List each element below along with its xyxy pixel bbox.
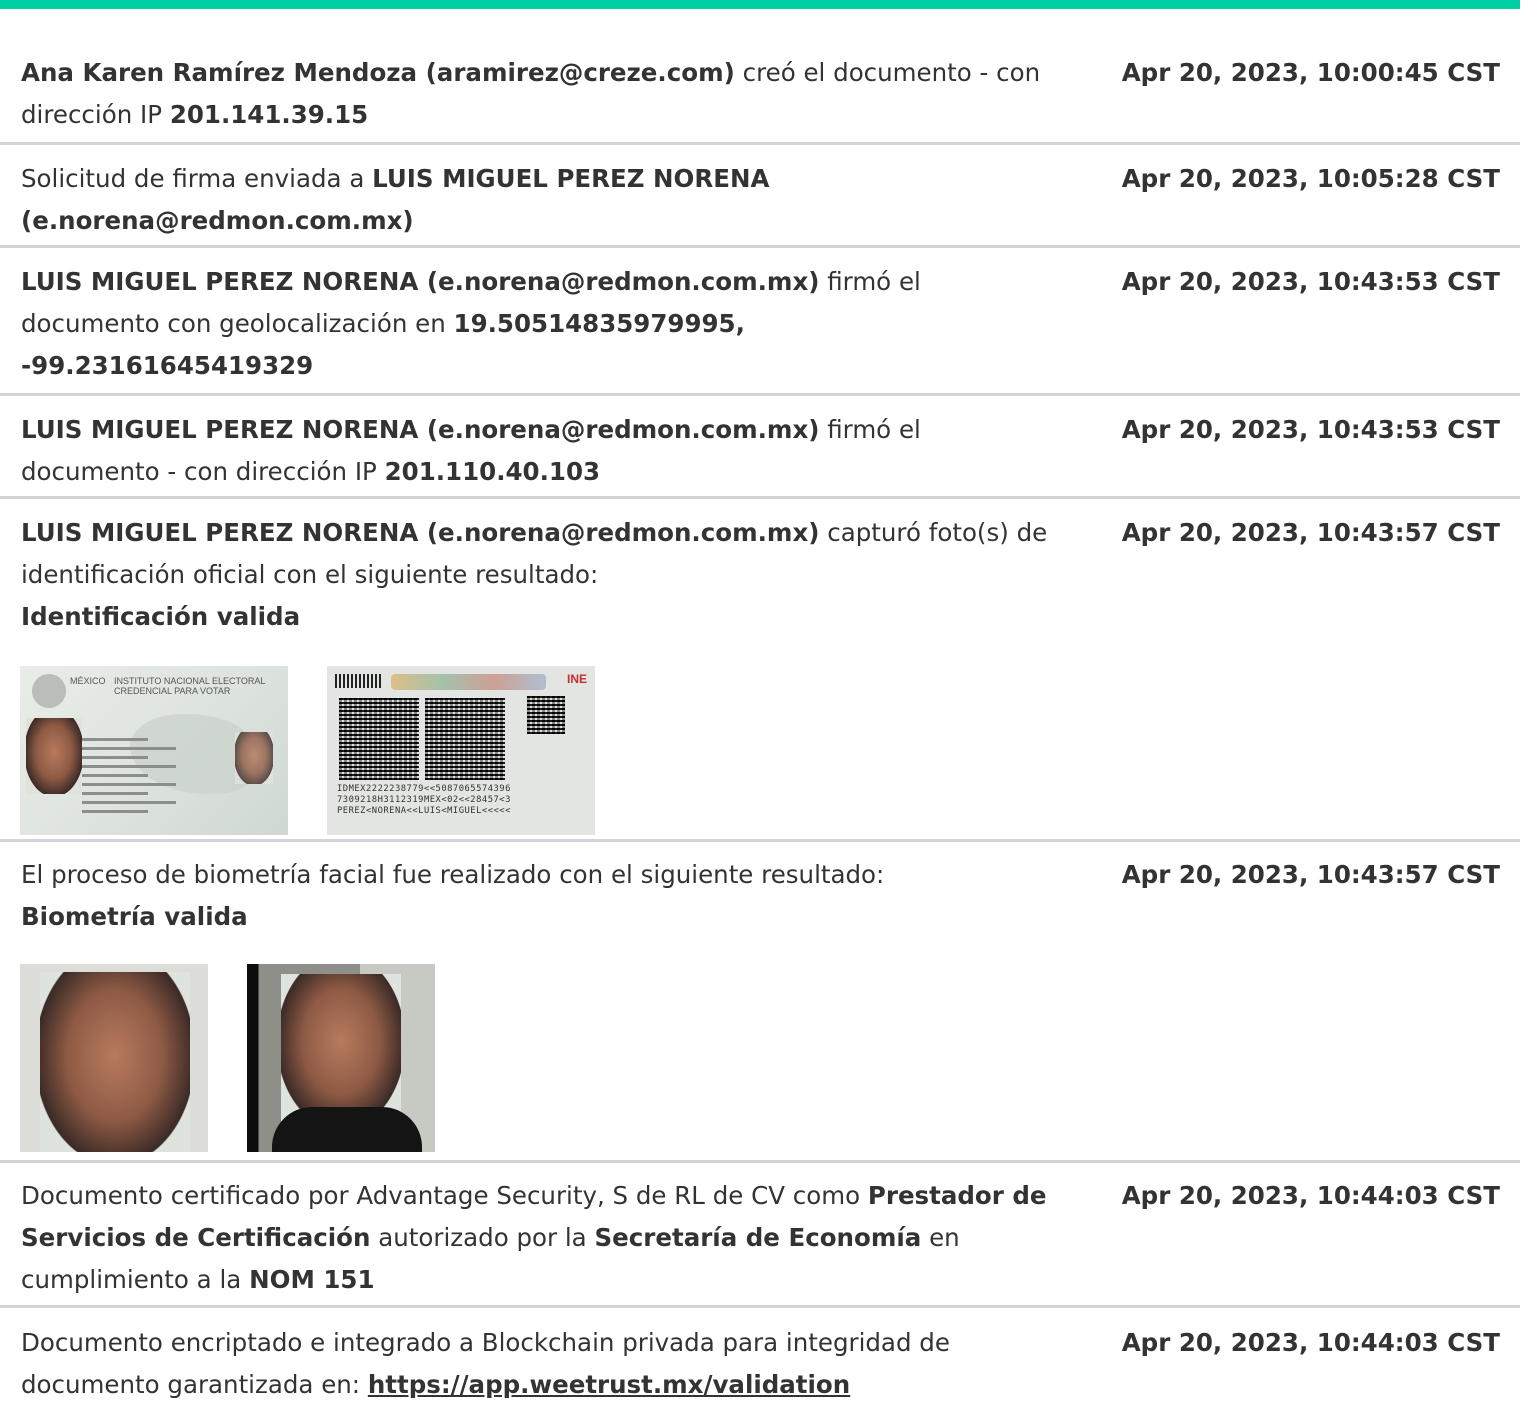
id-back-image: INE IDMEX2222238779<<5087065574396 73092…	[327, 666, 595, 835]
entry-description: Documento certificado por Advantage Secu…	[21, 1175, 1089, 1301]
mrz-line: 7309218H3112319MEX<02<<28457<3	[337, 795, 511, 805]
id-header: MÉXICO INSTITUTO NACIONAL ELECTORAL CRED…	[70, 676, 265, 696]
entry-timestamp: Apr 20, 2023, 10:05:28 CST	[1121, 164, 1500, 193]
audit-entry-created: Ana Karen Ramírez Mendoza (aramirez@crez…	[0, 40, 1520, 133]
qr-code-center	[425, 698, 505, 780]
entry-timestamp: Apr 20, 2023, 10:44:03 CST	[1121, 1328, 1500, 1357]
entry-timestamp: Apr 20, 2023, 10:43:57 CST	[1121, 860, 1500, 889]
face-image	[281, 974, 401, 1124]
audit-entry-certification: Documento certificado por Advantage Secu…	[0, 1160, 1520, 1310]
audit-entry-signed-geolocation: LUIS MIGUEL PEREZ NORENA (e.norena@redmo…	[0, 245, 1520, 395]
entry-description: Solicitud de firma enviada a LUIS MIGUEL…	[21, 158, 1089, 242]
entry-text: autorizado por la	[370, 1223, 595, 1252]
entry-description: El proceso de biometría facial fue reali…	[21, 854, 1089, 938]
id-text-lines	[82, 738, 192, 819]
audit-entry-id-capture: LUIS MIGUEL PEREZ NORENA (e.norena@redmo…	[0, 496, 1520, 841]
entry-text: Documento certificado por Advantage Secu…	[21, 1181, 868, 1210]
entry-description: LUIS MIGUEL PEREZ NORENA (e.norena@redmo…	[21, 409, 951, 493]
ip-address: 201.110.40.103	[384, 457, 601, 486]
entry-timestamp: Apr 20, 2023, 10:43:53 CST	[1121, 415, 1500, 444]
biometric-result: Biometría valida	[21, 902, 248, 931]
audit-entry-signed-ip: LUIS MIGUEL PEREZ NORENA (e.norena@redmo…	[0, 393, 1520, 498]
face-image	[40, 972, 190, 1152]
entry-description: LUIS MIGUEL PEREZ NORENA (e.norena@redmo…	[21, 512, 1089, 638]
biometric-id-photo	[20, 964, 208, 1152]
ip-address: 201.141.39.15	[169, 100, 369, 129]
actor-name: Ana Karen Ramírez Mendoza (aramirez@crez…	[21, 58, 735, 87]
coat-of-arms-icon	[32, 674, 66, 708]
entry-description: Ana Karen Ramírez Mendoza (aramirez@crez…	[21, 52, 1089, 136]
accent-top-bar	[0, 0, 1520, 9]
id-ghost-photo	[235, 732, 273, 784]
qr-code-small	[527, 696, 565, 734]
id-subheader: CREDENCIAL PARA VOTAR	[114, 686, 231, 696]
ine-logo: INE	[566, 672, 587, 686]
id-institute: INSTITUTO NACIONAL ELECTORAL	[114, 676, 266, 686]
norm-name: NOM 151	[249, 1265, 375, 1294]
id-photo	[26, 718, 82, 794]
entry-timestamp: Apr 20, 2023, 10:43:53 CST	[1121, 267, 1500, 296]
signer-name: LUIS MIGUEL PEREZ NORENA (e.norena@redmo…	[21, 518, 820, 547]
entry-timestamp: Apr 20, 2023, 10:44:03 CST	[1121, 1181, 1500, 1210]
qr-code-left	[339, 698, 419, 780]
authority-name: Secretaría de Economía	[594, 1223, 922, 1252]
entry-timestamp: Apr 20, 2023, 10:00:45 CST	[1121, 58, 1500, 87]
mrz-line: PEREZ<NORENA<<LUIS<MIGUEL<<<<<	[337, 806, 511, 816]
entry-description: LUIS MIGUEL PEREZ NORENA (e.norena@redmo…	[21, 261, 941, 387]
audit-entry-biometrics: El proceso de biometría facial fue reali…	[0, 839, 1520, 1161]
entry-description: Documento encriptado e integrado a Block…	[21, 1322, 1089, 1406]
id-front-image: MÉXICO INSTITUTO NACIONAL ELECTORAL CRED…	[20, 666, 288, 835]
shirt-region	[272, 1107, 422, 1152]
audit-entry-blockchain: Documento encriptado e integrado a Block…	[0, 1305, 1520, 1410]
security-band	[391, 674, 546, 690]
id-result: Identificación valida	[21, 602, 301, 631]
signer-name: LUIS MIGUEL PEREZ NORENA (e.norena@redmo…	[21, 415, 820, 444]
audit-entry-signature-request: Solicitud de firma enviada a LUIS MIGUEL…	[0, 142, 1520, 247]
entry-timestamp: Apr 20, 2023, 10:43:57 CST	[1121, 518, 1500, 547]
entry-text: Solicitud de firma enviada a	[21, 164, 373, 193]
mrz-line: IDMEX2222238779<<5087065574396	[337, 784, 511, 794]
validation-link[interactable]: https://app.weetrust.mx/validation	[368, 1370, 850, 1399]
entry-text: El proceso de biometría facial fue reali…	[21, 860, 885, 889]
signer-name: LUIS MIGUEL PEREZ NORENA (e.norena@redmo…	[21, 267, 820, 296]
biometric-selfie-photo	[247, 964, 435, 1152]
barcode-icon	[335, 674, 381, 688]
id-country: MÉXICO	[70, 676, 106, 686]
id-machine-readable-zone: IDMEX2222238779<<5087065574396 7309218H3…	[337, 784, 587, 817]
